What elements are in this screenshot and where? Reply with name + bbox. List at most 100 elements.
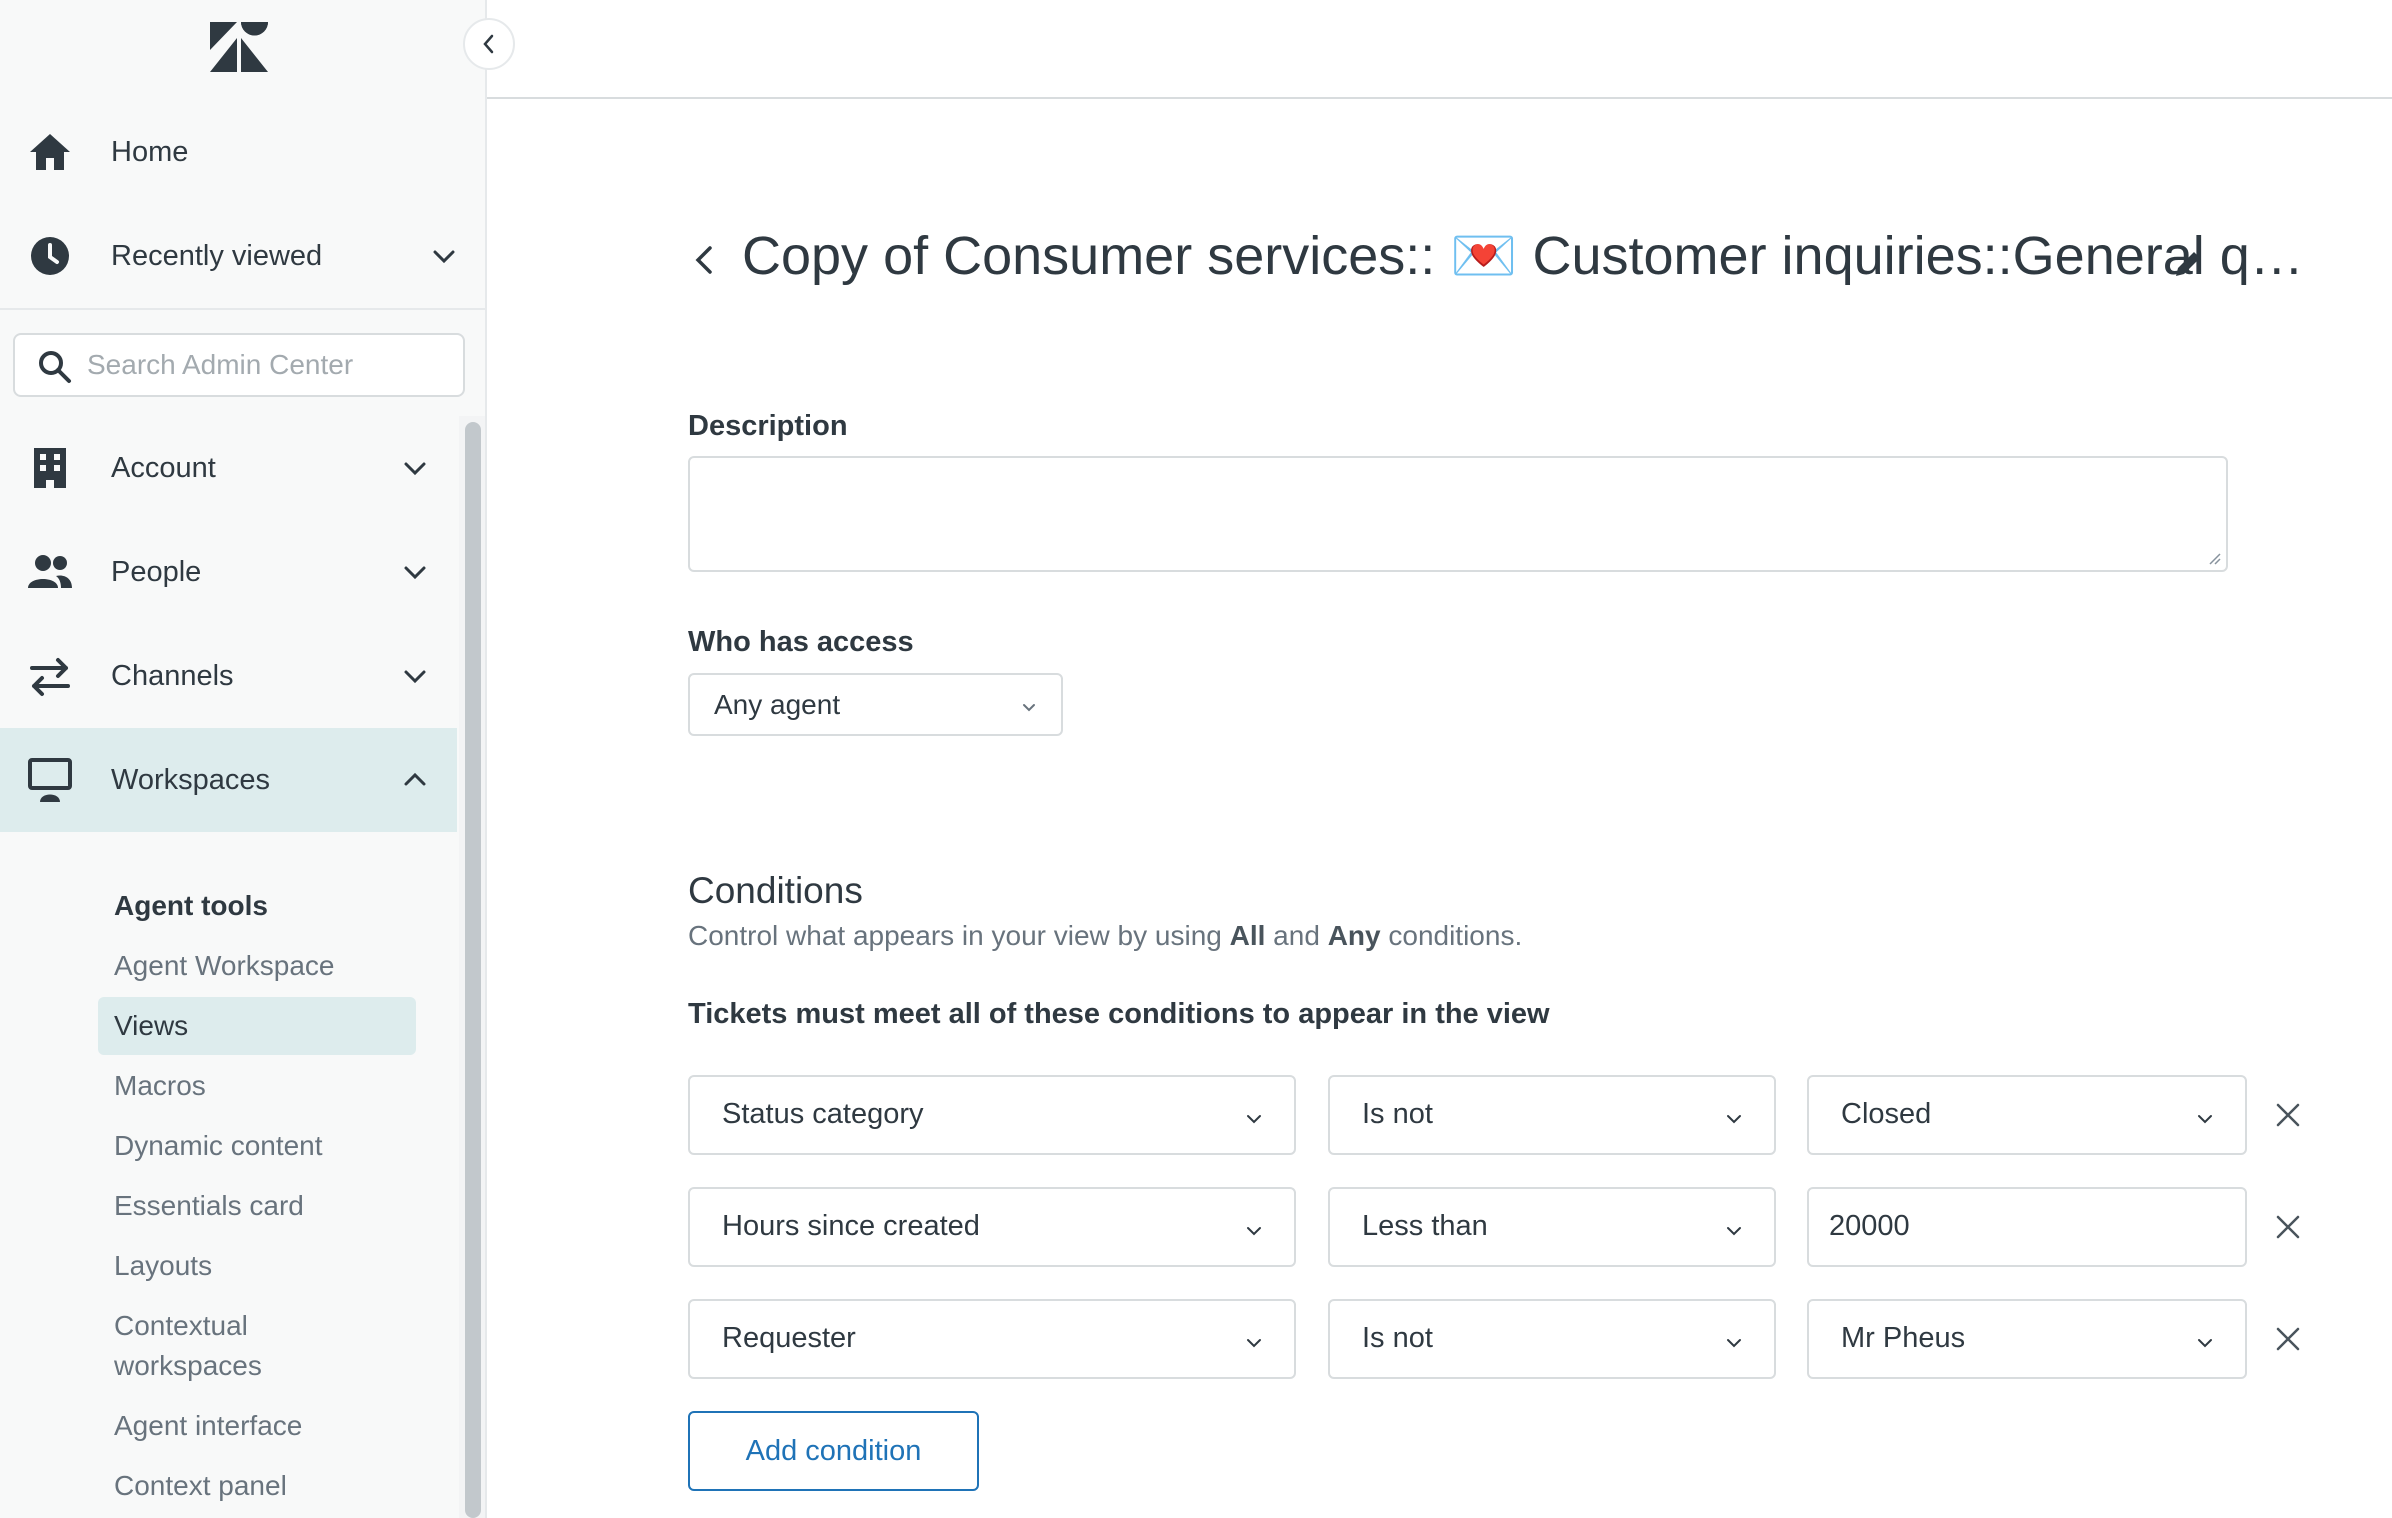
- chevron-down-icon: [1247, 1339, 1261, 1348]
- access-select-value: Any agent: [714, 689, 841, 720]
- sidebar-item-views[interactable]: Views: [98, 997, 416, 1055]
- building-icon: [34, 448, 66, 488]
- condition-value-select[interactable]: Mr Pheus: [1807, 1299, 2247, 1379]
- condition-field-select[interactable]: Requester: [688, 1299, 1296, 1379]
- sidebar-item-label: Essentials card: [114, 1190, 304, 1221]
- clock-icon: [31, 237, 69, 275]
- condition-field-value: Requester: [722, 1322, 856, 1354]
- sidebar-item-macros[interactable]: Macros: [98, 1057, 416, 1115]
- conditions-description-text: conditions.: [1380, 920, 1523, 951]
- chevron-down-icon: [2198, 1339, 2212, 1348]
- conditions-any-keyword: Any: [1327, 920, 1381, 951]
- sidebar-item-label: Agent Workspace: [114, 950, 335, 981]
- sidebar-item-essentials-card[interactable]: Essentials card: [98, 1177, 416, 1235]
- sidebar-item-dynamic-content[interactable]: Dynamic content: [98, 1117, 416, 1175]
- monitor-icon: [28, 758, 72, 802]
- zendesk-logo[interactable]: [210, 22, 268, 72]
- condition-value: Closed: [1841, 1098, 1932, 1130]
- people-icon: [28, 555, 72, 588]
- chevron-up-icon: [404, 772, 426, 786]
- nav-recently-viewed-label: Recently viewed: [111, 239, 323, 272]
- remove-condition-icon[interactable]: [2272, 1323, 2304, 1355]
- chevron-down-icon: [404, 462, 426, 476]
- pencil-icon[interactable]: [2172, 246, 2206, 280]
- nav-recently-viewed[interactable]: Recently viewed: [0, 204, 485, 308]
- description-field[interactable]: [688, 456, 2228, 572]
- conditions-rule-heading: Tickets must meet all of these condition…: [688, 998, 1550, 1030]
- chevron-down-icon: [1727, 1339, 1741, 1348]
- chevron-down-icon: [404, 566, 426, 580]
- chevron-down-icon: [2198, 1115, 2212, 1124]
- sidebar-item-context-panel[interactable]: Context panel: [98, 1457, 416, 1515]
- condition-field-select[interactable]: Hours since created: [688, 1187, 1296, 1267]
- conditions-description-text: Control what appears in your view by usi…: [688, 920, 1230, 951]
- chevron-down-icon: [404, 670, 426, 684]
- sidebar-item-label: Contextual workspaces: [114, 1310, 262, 1381]
- sidebar-item-label: Layouts: [114, 1250, 213, 1281]
- nav-workspaces-label: Workspaces: [111, 764, 271, 796]
- chevron-left-icon: [483, 34, 494, 54]
- nav-channels[interactable]: Channels: [0, 624, 457, 728]
- conditions-title: Conditions: [688, 870, 863, 911]
- sidebar-item-label: Macros: [114, 1070, 206, 1101]
- access-select[interactable]: Any agent: [688, 673, 1063, 736]
- remove-condition-icon[interactable]: [2272, 1099, 2304, 1131]
- top-bar: [487, 0, 2392, 99]
- search-box[interactable]: [13, 333, 465, 397]
- condition-operator-value: Is not: [1362, 1322, 1433, 1354]
- nav-account-label: Account: [111, 452, 216, 484]
- sidebar-item-label: Dynamic content: [114, 1130, 323, 1161]
- nav-home-label: Home: [111, 135, 189, 168]
- sidebar-item-contextual-workspaces[interactable]: Contextual workspaces: [98, 1297, 416, 1393]
- conditions-description-text: and: [1265, 920, 1328, 951]
- condition-operator-value: Less than: [1362, 1210, 1488, 1242]
- search-icon: [39, 351, 71, 383]
- nav-home[interactable]: Home: [0, 100, 485, 204]
- condition-field-select[interactable]: Status category: [688, 1075, 1296, 1155]
- condition-value-input[interactable]: 20000: [1807, 1187, 2247, 1267]
- condition-field-value: Status category: [722, 1098, 924, 1130]
- add-condition-button[interactable]: Add condition: [688, 1411, 979, 1491]
- page-title: Copy of Consumer services:: 💌 Customer i…: [742, 226, 2304, 286]
- sidebar-item-label: Views: [114, 1010, 189, 1041]
- condition-operator-select[interactable]: Is not: [1328, 1075, 1776, 1155]
- collapse-sidebar-button[interactable]: [463, 18, 515, 70]
- nav-people-label: People: [111, 556, 202, 588]
- condition-operator-value: Is not: [1362, 1098, 1433, 1130]
- remove-condition-icon[interactable]: [2272, 1211, 2304, 1243]
- conditions-description: Control what appears in your view by usi…: [688, 920, 1522, 952]
- scrollbar-thumb[interactable]: [465, 422, 481, 1518]
- chevron-down-icon: [1247, 1115, 1261, 1124]
- condition-field-value: Hours since created: [722, 1210, 980, 1242]
- sidebar-item-label: Context panel: [114, 1470, 287, 1501]
- sidebar-item-layouts[interactable]: Layouts: [98, 1237, 416, 1295]
- resize-grip-icon[interactable]: [2206, 550, 2222, 566]
- condition-operator-select[interactable]: Is not: [1328, 1299, 1776, 1379]
- sidebar: Home Recently viewed Account: [0, 0, 487, 1518]
- nav-account[interactable]: Account: [0, 416, 457, 520]
- search-input[interactable]: [87, 343, 447, 387]
- divider: [0, 308, 485, 310]
- nav-channels-label: Channels: [111, 660, 234, 692]
- condition-value: Mr Pheus: [1841, 1322, 1966, 1354]
- chevron-down-icon: [1023, 704, 1035, 712]
- conditions-all-keyword: All: [1229, 920, 1266, 951]
- description-label: Description: [688, 410, 848, 442]
- chevron-down-icon: [1727, 1115, 1741, 1124]
- nav-workspaces[interactable]: Workspaces: [0, 728, 457, 832]
- chevron-down-icon: [1727, 1227, 1741, 1236]
- chevron-down-icon: [1247, 1227, 1261, 1236]
- access-label: Who has access: [688, 626, 914, 658]
- home-icon: [30, 134, 70, 170]
- arrows-icon: [30, 658, 70, 696]
- condition-value: 20000: [1829, 1210, 1910, 1242]
- nav-people[interactable]: People: [0, 520, 457, 624]
- section-heading: Agent tools: [114, 890, 268, 921]
- condition-value-select[interactable]: Closed: [1807, 1075, 2247, 1155]
- sidebar-item-label: Agent interface: [114, 1410, 303, 1441]
- condition-operator-select[interactable]: Less than: [1328, 1187, 1776, 1267]
- sidebar-item-agent-interface[interactable]: Agent interface: [98, 1397, 416, 1455]
- sidebar-item-agent-workspace[interactable]: Agent Workspace: [98, 937, 416, 995]
- back-icon[interactable]: [688, 240, 720, 280]
- chevron-down-icon: [433, 250, 455, 264]
